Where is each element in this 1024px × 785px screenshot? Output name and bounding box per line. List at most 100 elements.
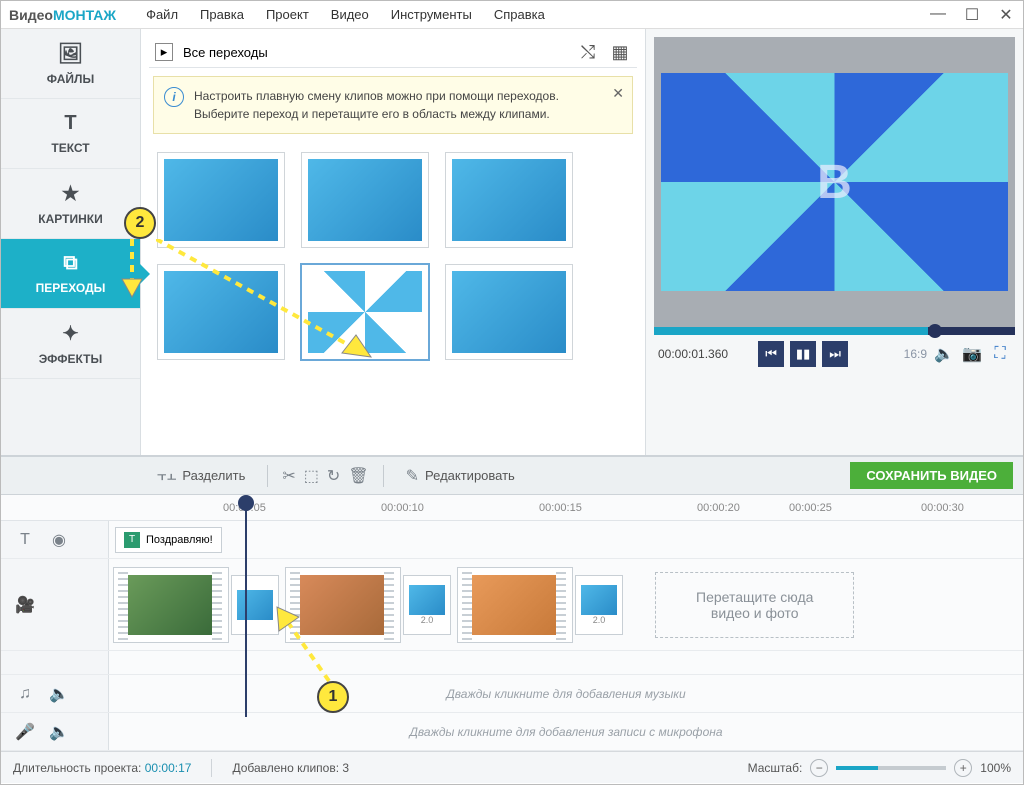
rotate-icon[interactable]: ↻ (327, 466, 340, 486)
image-icon: 🖼 (58, 41, 83, 66)
annotation-arrow-up (269, 599, 339, 689)
menu-help[interactable]: Справка (494, 7, 545, 22)
text-clip-label: Поздравляю! (146, 534, 213, 546)
annotation-marker-1: 1 (317, 681, 349, 713)
preview-video: B (654, 37, 1015, 327)
camera-icon: 🎥 (15, 595, 35, 615)
ruler-tick: 00:00:20 (697, 502, 740, 514)
ruler-tick: 00:00:15 (539, 502, 582, 514)
menu-project[interactable]: Проект (266, 7, 309, 22)
close-banner-icon[interactable]: ✕ (612, 83, 624, 104)
annotation-marker-2: 2 (124, 207, 156, 239)
timeline-ruler[interactable]: 00:00:05 00:00:10 00:00:15 00:00:20 00:0… (1, 495, 1023, 521)
transitions-panel-header: ▸ Все переходы ⤭ ▦ (149, 37, 637, 68)
spacer-track (1, 651, 1023, 675)
preview-visual: B (661, 73, 1008, 291)
star-icon: ★ (62, 181, 80, 206)
sidebar-item-text[interactable]: T ТЕКСТ (1, 99, 140, 169)
text-track-icon: T (15, 531, 35, 549)
text-clip[interactable]: T Поздравляю! (115, 527, 222, 553)
transition-slot[interactable]: 2.0 (575, 575, 623, 635)
preview-letter: B (817, 155, 852, 210)
sidebar-item-effects[interactable]: ✦ ЭФФЕКТЫ (1, 309, 140, 379)
mic-track-hint[interactable]: Дважды кликните для добавления записи с … (109, 725, 1023, 739)
clips-count: Добавлено клипов: 3 (232, 761, 349, 775)
main-menu: Файл Правка Проект Видео Инструменты Спр… (146, 7, 545, 22)
sidebar-item-images[interactable]: ★ КАРТИНКИ (1, 169, 140, 239)
text-track: T ◉ T Поздравляю! (1, 521, 1023, 559)
menu-file[interactable]: Файл (146, 7, 178, 22)
transition-thumb[interactable] (445, 264, 573, 360)
volume-icon[interactable]: 🔈 (49, 722, 69, 742)
crop-icon[interactable]: ⬚ (304, 466, 319, 486)
music-track: ♫ 🔈 Дважды кликните для добавления музык… (1, 675, 1023, 713)
menu-video[interactable]: Видео (331, 7, 369, 22)
preview-panel: B 00:00:01.360 ⏮ ▮▮ ⏭ 16:9 🔈 📷 ⛶ (646, 29, 1023, 455)
play-square-icon: ▸ (155, 43, 173, 61)
transitions-icon: ⧉ (63, 252, 77, 275)
menu-tools[interactable]: Инструменты (391, 7, 472, 22)
zoom-in-button[interactable]: + (954, 759, 972, 777)
aspect-ratio-label[interactable]: 16:9 (904, 347, 927, 361)
zoom-slider[interactable] (836, 766, 946, 770)
video-track: 🎥 2.0 2.0 Перетащите (1, 559, 1023, 651)
ruler-tick: 00:00:10 (381, 502, 424, 514)
transition-slot[interactable]: 2.0 (403, 575, 451, 635)
sidebar-item-label: ПЕРЕХОДЫ (36, 281, 106, 295)
volume-icon[interactable]: 🔈 (933, 343, 955, 365)
sidebar-item-files[interactable]: 🖼 ФАЙЛЫ (1, 29, 140, 99)
sidebar-item-label: КАРТИНКИ (38, 212, 102, 226)
preview-progress-bar[interactable] (654, 327, 1015, 335)
view-grid-icon[interactable]: ▦ (609, 41, 631, 63)
transition-thumb[interactable] (301, 152, 429, 248)
split-button[interactable]: ⫟⫠ Разделить (149, 463, 253, 489)
edit-icon: ✎ (406, 466, 419, 486)
zoom-control: Масштаб: − + 100% (748, 759, 1011, 777)
volume-icon[interactable]: 🔈 (49, 684, 69, 704)
close-icon[interactable]: ✕ (997, 5, 1015, 25)
prev-frame-button[interactable]: ⏮ (758, 341, 784, 367)
preview-controls: 00:00:01.360 ⏮ ▮▮ ⏭ 16:9 🔈 📷 ⛶ (654, 335, 1015, 373)
next-frame-button[interactable]: ⏭ (822, 341, 848, 367)
info-icon: i (164, 87, 184, 107)
video-clip[interactable] (457, 567, 573, 643)
drop-zone[interactable]: Перетащите сюда видео и фото (655, 572, 854, 638)
timeline-area: T ◉ T Поздравляю! 🎥 2.0 (1, 521, 1023, 751)
wand-icon: ✦ (62, 321, 79, 346)
trash-icon[interactable]: 🗑 (348, 466, 368, 486)
mic-track: 🎤 🔈 Дважды кликните для добавления запис… (1, 713, 1023, 751)
timeline-toolbar: ⫟⫠ Разделить ✂ ⬚ ↻ 🗑 ✎ Редактировать СОХ… (1, 457, 1023, 495)
maximize-icon[interactable]: ☐ (963, 5, 981, 25)
shuffle-icon[interactable]: ⤭ (577, 41, 599, 63)
edit-button[interactable]: ✎ Редактировать (398, 462, 523, 490)
snapshot-icon[interactable]: 📷 (961, 343, 983, 365)
status-bar: Длительность проекта: 00:00:17 Добавлено… (1, 751, 1023, 783)
fullscreen-icon[interactable]: ⛶ (989, 343, 1011, 365)
project-duration: Длительность проекта: 00:00:17 (13, 761, 191, 775)
info-banner-text: Настроить плавную смену клипов можно при… (194, 89, 559, 121)
playhead-handle-icon[interactable] (238, 495, 254, 511)
split-icon: ⫟⫠ (157, 467, 176, 485)
transition-thumb[interactable] (157, 152, 285, 248)
menu-edit[interactable]: Правка (200, 7, 244, 22)
text-icon: T (64, 112, 76, 135)
sidebar-item-label: ТЕКСТ (51, 141, 89, 155)
ruler-tick: 00:00:25 (789, 502, 832, 514)
save-video-button[interactable]: СОХРАНИТЬ ВИДЕО (850, 462, 1013, 489)
zoom-label: Масштаб: (748, 761, 803, 775)
transitions-panel-title: Все переходы (183, 45, 268, 60)
info-banner: i Настроить плавную смену клипов можно п… (153, 76, 633, 134)
transition-thumb[interactable] (445, 152, 573, 248)
text-badge-icon: T (124, 532, 140, 548)
playhead[interactable] (245, 497, 247, 717)
video-clip[interactable] (113, 567, 229, 643)
zoom-value: 100% (980, 761, 1011, 775)
music-note-icon: ♫ (15, 685, 35, 703)
zoom-out-button[interactable]: − (810, 759, 828, 777)
pause-button[interactable]: ▮▮ (790, 341, 816, 367)
app-logo: ВидеоМОНТАЖ (9, 7, 116, 23)
cut-icon[interactable]: ✂ (282, 466, 295, 486)
minimize-icon[interactable]: — (929, 5, 947, 25)
eye-icon[interactable]: ◉ (49, 530, 69, 550)
window-controls: — ☐ ✕ (929, 5, 1015, 25)
